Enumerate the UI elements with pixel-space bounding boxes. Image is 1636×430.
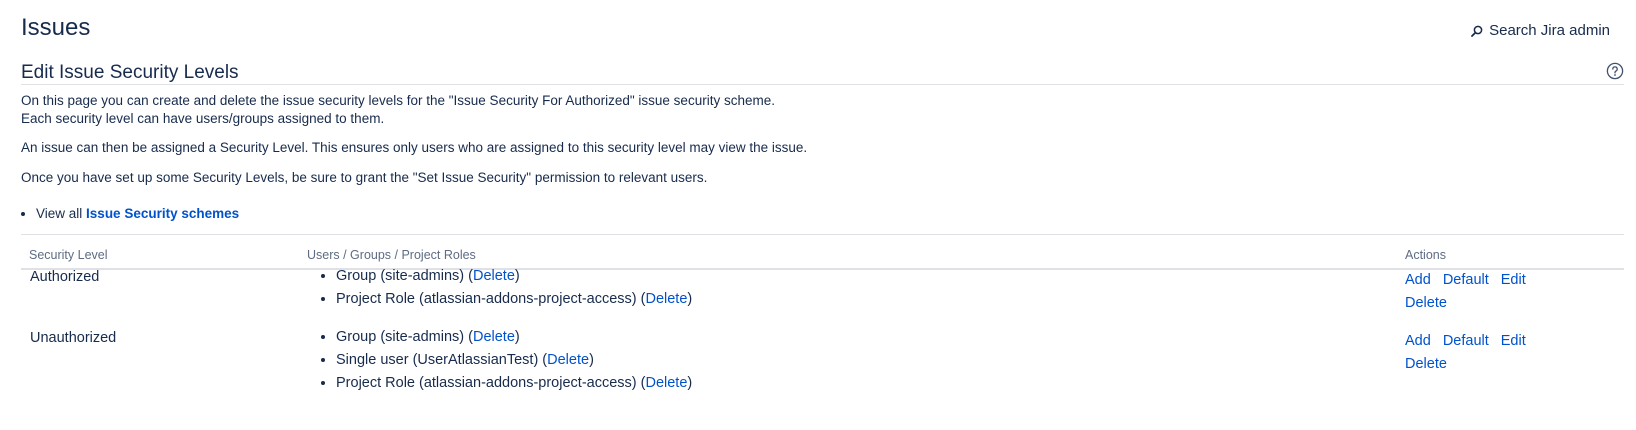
row-actions: Add Default Edit Delete	[1405, 330, 1540, 376]
search-icon	[1471, 25, 1483, 37]
help-icon[interactable]	[1606, 62, 1624, 80]
entry-label: Group (site-admins)	[336, 268, 465, 284]
description-line-3: An issue can then be assigned a Security…	[21, 140, 808, 155]
add-action-link[interactable]: Add	[1405, 272, 1431, 288]
list-item: Project Role (atlassian-addons-project-a…	[336, 288, 692, 311]
table-top-divider	[21, 234, 1624, 235]
column-header-security-level: Security Level	[29, 248, 108, 262]
delete-entry-link[interactable]: Delete	[645, 291, 687, 307]
add-action-link[interactable]: Add	[1405, 333, 1431, 349]
list-item: Group (site-admins) (Delete)	[336, 326, 692, 349]
search-jira-admin-button[interactable]: Search Jira admin	[1471, 22, 1610, 39]
entry-label: Group (site-admins)	[336, 329, 465, 345]
description-line-2: Each security level can have users/group…	[21, 111, 385, 126]
section-title: Edit Issue Security Levels	[21, 62, 239, 83]
entry-label: Project Role (atlassian-addons-project-a…	[336, 291, 637, 307]
description-line-4: Once you have set up some Security Level…	[21, 170, 708, 185]
page-title: Issues	[21, 14, 91, 41]
delete-entry-link[interactable]: Delete	[473, 329, 515, 345]
issue-security-schemes-link[interactable]: Issue Security schemes	[86, 206, 239, 221]
delete-action-link[interactable]: Delete	[1405, 356, 1447, 372]
delete-entry-link[interactable]: Delete	[473, 268, 515, 284]
edit-action-link[interactable]: Edit	[1501, 272, 1526, 288]
security-level-name: Unauthorized	[30, 330, 117, 346]
list-item: View all Issue Security schemes	[36, 206, 239, 221]
delete-entry-link[interactable]: Delete	[645, 375, 687, 391]
table-header-divider	[21, 268, 1624, 270]
delete-entry-link[interactable]: Delete	[547, 352, 589, 368]
row-actions: Add Default Edit Delete	[1405, 269, 1540, 315]
security-level-entries: Group (site-admins) (Delete) Single user…	[321, 326, 692, 395]
view-all-label: View all	[36, 206, 83, 221]
column-header-actions: Actions	[1405, 248, 1446, 262]
column-header-users-groups-roles: Users / Groups / Project Roles	[307, 248, 476, 262]
entry-label: Project Role (atlassian-addons-project-a…	[336, 375, 637, 391]
schemes-link-list: View all Issue Security schemes	[21, 206, 239, 221]
default-action-link[interactable]: Default	[1443, 272, 1489, 288]
search-jira-admin-label: Search Jira admin	[1489, 22, 1610, 39]
default-action-link[interactable]: Default	[1443, 333, 1489, 349]
security-level-name: Authorized	[30, 269, 100, 285]
list-item: Single user (UserAtlassianTest) (Delete)	[336, 349, 692, 372]
list-item: Project Role (atlassian-addons-project-a…	[336, 372, 692, 395]
entry-label: Single user (UserAtlassianTest)	[336, 352, 539, 368]
delete-action-link[interactable]: Delete	[1405, 295, 1447, 311]
section-header: Edit Issue Security Levels	[21, 60, 1624, 85]
list-item: Group (site-admins) (Delete)	[336, 265, 692, 288]
edit-action-link[interactable]: Edit	[1501, 333, 1526, 349]
security-level-entries: Group (site-admins) (Delete) Project Rol…	[321, 265, 692, 311]
description-line-1: On this page you can create and delete t…	[21, 93, 775, 108]
